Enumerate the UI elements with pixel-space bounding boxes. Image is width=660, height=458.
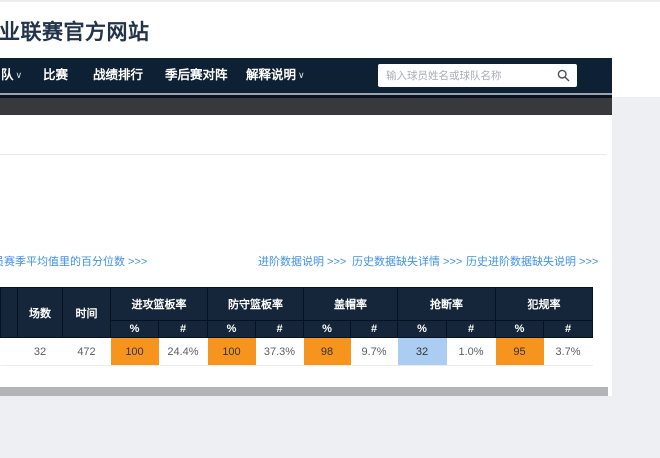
search-input[interactable] — [378, 64, 577, 87]
link-history-advanced-missing[interactable]: 历史进阶数据缺失说明 >>> — [466, 253, 598, 269]
page: 业联赛官方网站 队∨ 比赛 战绩排行 季后赛对阵 解释说明∨ 员赛季平均值里的百… — [0, 0, 660, 458]
nav-item-standings[interactable]: 战绩排行 — [93, 58, 143, 93]
search-box — [378, 64, 577, 87]
main-navbar: 队 ∨ 比赛 战绩排行 季后赛对阵 解释说明 ∨ — [0, 58, 612, 93]
header-blank — [0, 287, 18, 338]
subheader-num: # — [158, 320, 208, 338]
header-foul-rate: 犯规率 — [495, 287, 593, 321]
link-history-missing-details[interactable]: 历史数据缺失详情 >>> — [352, 253, 462, 269]
subheader-pct: % — [110, 320, 159, 338]
nav-item-games[interactable]: 比赛 — [43, 58, 68, 93]
cell-block-pct: 98 — [303, 337, 351, 366]
cell-steal-pct: 32 — [397, 337, 447, 366]
header-defensive-rebound-rate: 防守篮板率 — [207, 287, 304, 321]
header-offensive-rebound-rate: 进攻篮板率 — [110, 287, 208, 321]
site-title: 业联赛官方网站 — [0, 21, 150, 44]
page-background-right — [612, 97, 660, 458]
subheader-num: # — [350, 320, 398, 338]
subheader-pct: % — [495, 320, 544, 338]
cell-steal-num: 1.0% — [446, 337, 496, 366]
player-stats-table: 场数 时间 进攻篮板率 防守篮板率 盖帽率 抢断率 犯规率 % # % # % … — [0, 287, 593, 366]
charcoal-bar — [0, 98, 612, 115]
cell-foul-num: 3.7% — [543, 337, 593, 366]
header-steal-rate: 抢断率 — [397, 287, 496, 321]
header-block-rate: 盖帽率 — [303, 287, 398, 321]
nav-item-teams[interactable]: 队 ∨ — [1, 58, 22, 93]
subheader-pct: % — [207, 320, 256, 338]
data-links-row: 员赛季平均值里的百分位数 >>> 进阶数据说明 >>> 历史数据缺失详情 >>>… — [0, 253, 612, 269]
cell-block-num: 9.7% — [350, 337, 398, 366]
subheader-num: # — [255, 320, 304, 338]
link-season-percentile[interactable]: 员赛季平均值里的百分位数 >>> — [0, 253, 147, 269]
cell-orb-pct: 100 — [110, 337, 159, 366]
cell-drb-pct: 100 — [207, 337, 256, 366]
cell-games: 32 — [17, 337, 63, 366]
subheader-pct: % — [303, 320, 351, 338]
header-time: 时间 — [62, 287, 111, 338]
subheader-num: # — [543, 320, 593, 338]
cell-drb-num: 37.3% — [255, 337, 304, 366]
chevron-down-icon: ∨ — [15, 70, 23, 80]
search-icon[interactable] — [557, 69, 570, 82]
nav-item-playoff-bracket[interactable]: 季后赛对阵 — [165, 58, 228, 93]
content-divider-line — [0, 154, 606, 155]
table-row: 32 472 100 24.4% 100 37.3% 98 9.7% 32 1.… — [0, 337, 593, 366]
cell-time: 472 — [62, 337, 111, 366]
page-background-bottom — [0, 396, 612, 458]
chevron-down-icon: ∨ — [298, 70, 305, 80]
nav-item-explanations[interactable]: 解释说明 ∨ — [246, 58, 305, 93]
top-border-line — [0, 0, 660, 2]
header-games: 场数 — [17, 287, 63, 338]
subheader-pct: % — [397, 320, 447, 338]
link-advanced-data-info[interactable]: 进阶数据说明 >>> — [258, 253, 346, 269]
cell-foul-pct: 95 — [495, 337, 544, 366]
subheader-num: # — [446, 320, 496, 338]
cell-blank — [0, 337, 18, 366]
horizontal-scrollbar[interactable] — [0, 387, 608, 396]
cell-orb-num: 24.4% — [158, 337, 208, 366]
